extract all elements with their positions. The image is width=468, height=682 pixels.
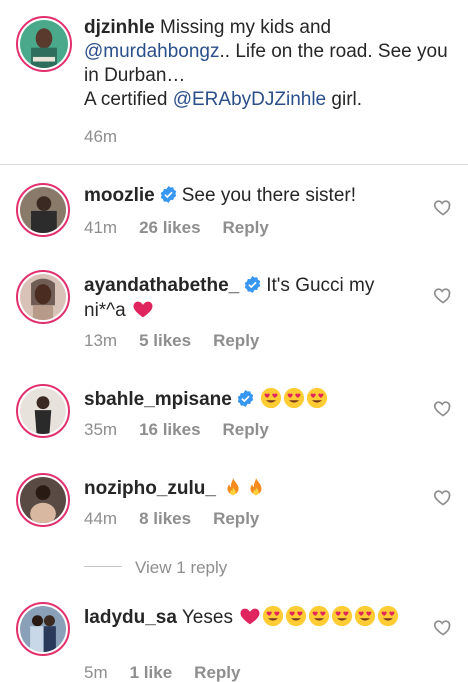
comment-username[interactable]: ayandathabethe_	[84, 275, 239, 296]
avatar[interactable]	[16, 602, 70, 656]
likes-count[interactable]: 1 like	[130, 663, 173, 682]
heart-eyes-icon	[261, 605, 284, 628]
heart-eyes-icon	[307, 605, 330, 628]
heart-eyes-icon	[282, 387, 305, 410]
caption-text: djzinhle Missing my kids and @murdahbong…	[84, 16, 454, 112]
comment-body: Yeses	[181, 607, 233, 628]
comment-text: ladydu_sa Yeses	[84, 605, 414, 630]
like-heart-icon[interactable]	[433, 398, 453, 418]
heart-eyes-icon	[284, 605, 307, 628]
comment-text: moozlie See you there sister!	[84, 184, 414, 208]
comment-timestamp: 41m	[84, 218, 118, 237]
caption-text-part: A certified	[84, 89, 168, 110]
comment-username[interactable]: nozipho_zulu_	[84, 478, 216, 499]
reply-button[interactable]: Reply	[194, 663, 240, 682]
comment-username[interactable]: moozlie	[84, 185, 155, 206]
like-heart-icon[interactable]	[433, 197, 453, 217]
like-heart-icon[interactable]	[433, 617, 453, 637]
avatar[interactable]	[16, 183, 70, 237]
reply-button[interactable]: Reply	[223, 420, 269, 440]
caption-username[interactable]: djzinhle	[84, 17, 155, 38]
verified-icon	[239, 275, 266, 296]
verified-icon	[232, 389, 259, 410]
heart-eyes-icon	[305, 387, 328, 410]
divider	[0, 164, 468, 165]
avatar[interactable]	[16, 473, 70, 527]
caption-timestamp: 46m	[84, 127, 118, 146]
reply-button[interactable]: Reply	[213, 509, 259, 529]
avatar[interactable]	[16, 270, 70, 324]
comment-meta: 41m 26 likes Reply	[84, 218, 269, 238]
heart-eyes-icon	[353, 605, 376, 628]
comment-body: See you there sister!	[181, 185, 356, 206]
mention-link[interactable]: @ERAbyDJZinhle	[173, 89, 326, 110]
fire-icon	[221, 477, 244, 499]
comment-timestamp: 35m	[84, 420, 118, 439]
view-replies-button[interactable]: View 1 reply	[84, 558, 284, 578]
like-heart-icon[interactable]	[433, 487, 453, 507]
comment-timestamp: 5m	[84, 663, 108, 682]
divider	[84, 566, 122, 567]
comment-timestamp: 13m	[84, 331, 118, 350]
comment-username[interactable]: ladydu_sa	[84, 607, 177, 628]
verified-icon	[155, 185, 182, 206]
heart-eyes-icon	[259, 387, 282, 410]
comment-text: nozipho_zulu_	[84, 476, 414, 501]
avatar[interactable]	[16, 16, 72, 72]
heart-eyes-icon	[330, 605, 353, 628]
comment-timestamp: 44m	[84, 509, 118, 528]
caption-text-part: Missing my kids and	[160, 17, 332, 38]
view-replies-label[interactable]: View 1 reply	[135, 558, 227, 578]
likes-count[interactable]: 26 likes	[139, 218, 200, 238]
comment-text: sbahle_mpisane	[84, 387, 414, 412]
avatar[interactable]	[16, 384, 70, 438]
comment-text: ayandathabethe_ It's Gucci my ni*^a	[84, 274, 414, 323]
likes-count[interactable]: 8 likes	[139, 509, 191, 529]
comment-meta: 35m 16 likes Reply	[84, 420, 269, 440]
reply-button[interactable]: Reply	[213, 331, 259, 351]
comment-username[interactable]: sbahle_mpisane	[84, 389, 232, 410]
comment-meta: 5m 1 like Reply	[84, 663, 240, 682]
likes-count[interactable]: 5 likes	[139, 331, 191, 351]
caption-text-part: girl.	[331, 89, 363, 110]
red-heart-icon	[133, 301, 153, 318]
like-heart-icon[interactable]	[433, 285, 453, 305]
caption-block: djzinhle Missing my kids and @murdahbong…	[0, 0, 468, 164]
comment-meta: 44m 8 likes Reply	[84, 509, 259, 529]
fire-icon	[244, 477, 267, 499]
mention-link[interactable]: @murdahbongz	[84, 41, 219, 62]
likes-count[interactable]: 16 likes	[139, 420, 200, 440]
red-heart-icon	[238, 607, 261, 628]
reply-button[interactable]: Reply	[223, 218, 269, 238]
heart-eyes-icon	[376, 605, 399, 628]
comment-meta: 13m 5 likes Reply	[84, 331, 259, 351]
